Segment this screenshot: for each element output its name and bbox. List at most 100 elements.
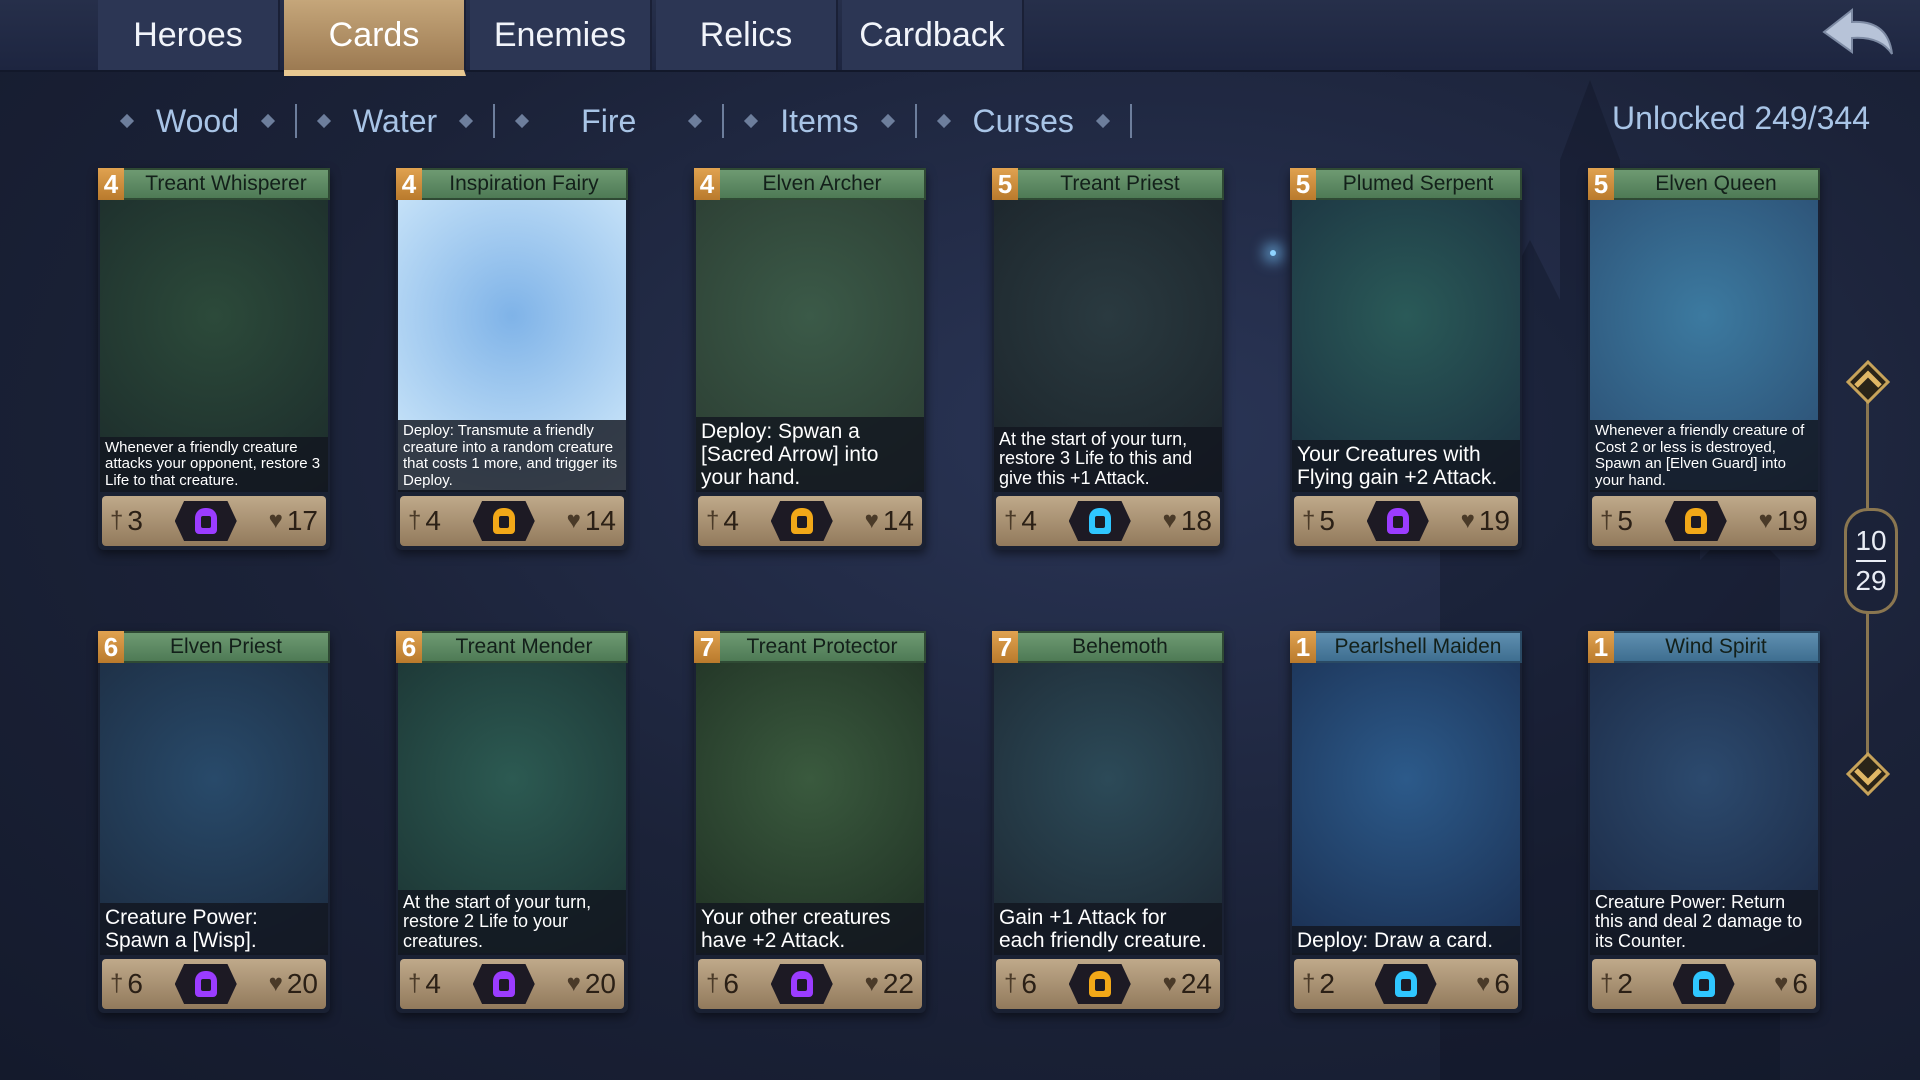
filter-curses[interactable]: Curses xyxy=(967,103,1080,140)
health-value: 22 xyxy=(882,968,914,999)
tab-enemies[interactable]: Enemies xyxy=(470,0,652,70)
sword-icon: † xyxy=(706,970,720,997)
filter-wood[interactable]: Wood xyxy=(150,103,245,140)
unlocked-counter: Unlocked 249/344 xyxy=(1612,100,1870,136)
card[interactable]: 5 Elven Queen Whenever a friendly creatu… xyxy=(1588,168,1820,550)
divider xyxy=(295,104,298,138)
helmet-icon xyxy=(194,971,217,997)
sword-icon: † xyxy=(110,507,124,534)
attack-value: 2 xyxy=(1617,968,1633,999)
heart-icon: ♥ xyxy=(1476,970,1491,997)
card-stats: † 5 ♥ 19 xyxy=(1294,496,1518,546)
chevron-up-icon[interactable] xyxy=(1846,360,1890,404)
helmet-icon xyxy=(194,508,217,534)
card-title-bar: 7 Treant Protector xyxy=(694,631,926,663)
card-name: Elven Priest xyxy=(169,635,283,658)
health-value: 20 xyxy=(286,968,318,999)
card[interactable]: 7 Treant Protector Your other creatures … xyxy=(694,631,926,1013)
helmet-icon xyxy=(1684,508,1707,534)
diamond-icon xyxy=(1095,113,1110,129)
card[interactable]: 1 Pearlshell Maiden Deploy: Draw a card.… xyxy=(1290,631,1522,1013)
attack-stat: † 4 xyxy=(1004,505,1037,537)
attack-value: 4 xyxy=(723,505,739,536)
chevron-down-icon[interactable] xyxy=(1846,752,1890,796)
divider xyxy=(493,104,496,138)
attack-value: 4 xyxy=(1021,505,1037,536)
attack-stat: † 3 xyxy=(110,505,143,537)
tab-relics[interactable]: Relics xyxy=(656,0,838,70)
health-value: 14 xyxy=(882,505,914,536)
heart-icon: ♥ xyxy=(1162,507,1177,534)
health-value: 19 xyxy=(1776,505,1808,536)
back-arrow-icon[interactable] xyxy=(1818,6,1898,64)
card-stats: † 6 ♥ 20 xyxy=(102,959,326,1009)
card-stats: † 2 ♥ 6 xyxy=(1294,959,1518,1009)
diamond-icon xyxy=(688,113,703,129)
diamond-icon xyxy=(119,113,135,129)
heart-icon: ♥ xyxy=(1162,970,1177,997)
top-tab-bar: Heroes Cards Enemies Relics Cardback xyxy=(0,0,1920,76)
card[interactable]: 5 Treant Priest At the start of your tur… xyxy=(992,168,1224,550)
card[interactable]: 6 Treant Mender At the start of your tur… xyxy=(396,631,628,1013)
health-stat: ♥ 22 xyxy=(865,968,914,1000)
helmet-icon xyxy=(1088,508,1111,534)
attack-value: 2 xyxy=(1319,968,1335,999)
heart-icon: ♥ xyxy=(268,507,283,534)
card[interactable]: 5 Plumed Serpent Your Creatures with Fly… xyxy=(1290,168,1522,550)
filter-fire[interactable]: Fire xyxy=(575,103,642,140)
rarity-gem xyxy=(1366,501,1429,541)
filter-items[interactable]: Items xyxy=(774,103,864,140)
sword-icon: † xyxy=(1302,970,1316,997)
attack-value: 3 xyxy=(127,505,143,536)
rarity-gem xyxy=(1672,964,1735,1004)
card[interactable]: 4 Elven Archer Deploy: Spwan a [Sacred A… xyxy=(694,168,926,550)
card-description: Creature Power: Spawn a [Wisp]. xyxy=(100,902,328,955)
card[interactable]: 4 Inspiration Fairy Deploy: Transmute a … xyxy=(396,168,628,550)
attack-stat: † 5 xyxy=(1302,505,1335,537)
card-name: Elven Queen xyxy=(1655,172,1777,195)
rarity-gem xyxy=(1068,501,1131,541)
card-stats: † 3 ♥ 17 xyxy=(102,496,326,546)
card[interactable]: 7 Behemoth Gain +1 Attack for each frien… xyxy=(992,631,1224,1013)
card[interactable]: 4 Treant Whisperer Whenever a friendly c… xyxy=(98,168,330,550)
attack-stat: † 4 xyxy=(408,968,441,1000)
card-description: Gain +1 Attack for each friendly creatur… xyxy=(994,902,1222,955)
tab-heroes[interactable]: Heroes xyxy=(98,0,280,70)
filter-water[interactable]: Water xyxy=(347,103,443,140)
helmet-icon xyxy=(1394,971,1417,997)
sword-icon: † xyxy=(1302,507,1316,534)
card-description: Whenever a friendly creature attacks you… xyxy=(100,436,328,492)
card-stats: † 4 ♥ 18 xyxy=(996,496,1220,546)
tab-cards[interactable]: Cards xyxy=(284,0,466,76)
attack-stat: † 5 xyxy=(1600,505,1633,537)
card[interactable]: 6 Elven Priest Creature Power: Spawn a [… xyxy=(98,631,330,1013)
divider xyxy=(722,104,725,138)
health-stat: ♥ 20 xyxy=(269,968,318,1000)
attack-value: 5 xyxy=(1319,505,1335,536)
health-stat: ♥ 20 xyxy=(567,968,616,1000)
attack-stat: † 4 xyxy=(706,505,739,537)
card-title-bar: 4 Treant Whisperer xyxy=(98,168,330,200)
attack-value: 4 xyxy=(425,505,441,536)
sword-icon: † xyxy=(1600,970,1614,997)
card[interactable]: 1 Wind Spirit Creature Power: Return thi… xyxy=(1588,631,1820,1013)
attack-value: 6 xyxy=(723,968,739,999)
sword-icon: † xyxy=(1600,507,1614,534)
card-name: Treant Mender xyxy=(455,635,593,658)
card-description: Your other creatures have +2 Attack. xyxy=(696,902,924,955)
health-value: 20 xyxy=(584,968,616,999)
health-value: 6 xyxy=(1792,968,1808,999)
card-name: Behemoth xyxy=(1072,635,1168,658)
sparkle xyxy=(1270,250,1276,256)
tab-cardback[interactable]: Cardback xyxy=(842,0,1024,70)
heart-icon: ♥ xyxy=(1460,507,1475,534)
card-stats: † 2 ♥ 6 xyxy=(1592,959,1816,1009)
attack-value: 6 xyxy=(127,968,143,999)
attack-stat: † 6 xyxy=(706,968,739,1000)
rarity-gem xyxy=(1374,964,1437,1004)
card-stats: † 6 ♥ 24 xyxy=(996,959,1220,1009)
heart-icon: ♥ xyxy=(566,507,581,534)
card-cost: 5 xyxy=(992,168,1018,200)
diamond-icon xyxy=(459,113,474,129)
health-value: 17 xyxy=(286,505,318,536)
